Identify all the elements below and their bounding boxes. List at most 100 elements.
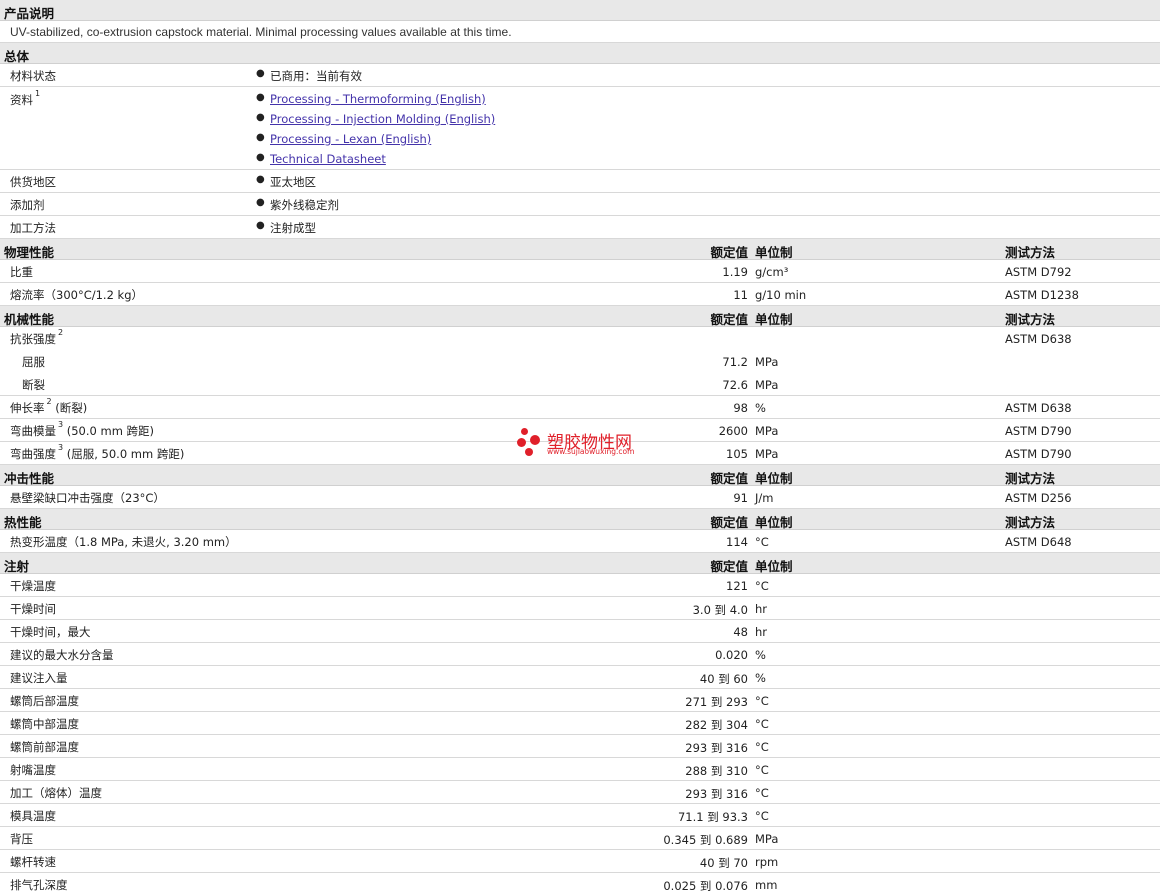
material-status-value: 已商用：当前有效 [270, 69, 362, 83]
property-row: 熔流率（300°C/1.2 kg） 11 g/10 min ASTM D1238 [0, 283, 1160, 306]
property-value: 72.6 [722, 378, 748, 392]
section-header-physical: 物理性能 额定值 单位制 测试方法 [0, 239, 1160, 260]
property-unit: MPa [755, 424, 779, 438]
property-unit: °C [755, 717, 769, 731]
property-label: 加工（熔体）温度 [10, 786, 102, 800]
property-row: 伸长率 2 (断裂) 98 % ASTM D638 [0, 396, 1160, 419]
property-label: 比重 [10, 265, 33, 279]
property-value: 0.025 到 0.076 [663, 879, 748, 893]
property-unit: mm [755, 878, 778, 892]
property-value: 11 [733, 288, 748, 302]
property-subrow: 断裂 72.6 MPa [0, 373, 1160, 396]
property-unit: MPa [755, 355, 779, 369]
property-label: 屈服 [22, 355, 45, 369]
property-value: 40 到 70 [699, 856, 748, 870]
col-header-unit: 单位制 [755, 312, 793, 327]
property-row: 干燥温度 121 °C [0, 574, 1160, 597]
property-unit: g/10 min [755, 288, 807, 302]
property-row: 螺筒中部温度 282 到 304 °C [0, 712, 1160, 735]
section-header-impact: 冲击性能 额定值 单位制 测试方法 [0, 465, 1160, 486]
property-label: 伸长率 2 (断裂) [10, 397, 88, 415]
property-label: 射嘴温度 [10, 763, 56, 777]
property-label: 螺筒中部温度 [10, 717, 79, 731]
property-value: 0.345 到 0.689 [663, 833, 748, 847]
property-unit: rpm [755, 855, 779, 869]
doc-link-technical-datasheet[interactable]: Technical Datasheet [270, 152, 386, 166]
property-test-method: ASTM D790 [1005, 424, 1072, 438]
property-unit: MPa [755, 832, 779, 846]
property-value: 293 到 316 [685, 787, 748, 801]
property-row: 螺筒后部温度 271 到 293 °C [0, 689, 1160, 712]
additive-value: 紫外线稳定剂 [270, 198, 339, 212]
property-test-method: ASTM D1238 [1005, 288, 1079, 302]
section-header-mechanical: 机械性能 额定值 单位制 测试方法 [0, 306, 1160, 327]
property-unit: °C [755, 694, 769, 708]
property-value: 2600 [718, 424, 748, 438]
property-row: 射嘴温度 288 到 310 °C [0, 758, 1160, 781]
property-row: 建议的最大水分含量 0.020% [0, 643, 1160, 666]
property-row: 加工（熔体）温度 293 到 316 °C [0, 781, 1160, 804]
property-unit: % [755, 401, 766, 415]
product-description-row: UV-stabilized, co-extrusion capstock mat… [0, 21, 1160, 43]
property-value: 282 到 304 [685, 718, 748, 732]
processing-method-label: 加工方法 [10, 221, 56, 235]
property-value: 98 [733, 401, 748, 415]
property-label: 螺杆转速 [10, 855, 56, 869]
property-test-method: ASTM D792 [1005, 265, 1072, 279]
processing-method-value: 注射成型 [270, 221, 316, 235]
col-header-unit: 单位制 [755, 245, 793, 260]
bullet-icon: ● [256, 174, 265, 185]
additive-label: 添加剂 [10, 198, 45, 212]
section-header-injection: 注射 额定值 单位制 [0, 553, 1160, 574]
section-title: 产品说明 [4, 6, 55, 21]
property-label: 干燥时间，最大 [10, 625, 91, 639]
bullet-icon: ● [256, 132, 265, 143]
property-value: 48 [733, 625, 748, 639]
property-row: 悬壁梁缺口冲击强度（23°C） 91 J/m ASTM D256 [0, 486, 1160, 509]
property-value: 71.2 [722, 355, 748, 369]
section-header-product-description: 产品说明 [0, 0, 1160, 21]
section-header-thermal: 热性能 额定值 单位制 测试方法 [0, 509, 1160, 530]
col-header-value: 额定值 [710, 312, 748, 327]
doc-link-lexan[interactable]: Processing - Lexan (English) [270, 132, 431, 146]
property-row: 背压 0.345 到 0.689 MPa [0, 827, 1160, 850]
doc-link-thermoforming[interactable]: Processing - Thermoforming (English) [270, 92, 486, 106]
property-label: 热变形温度（1.8 MPa, 未退火, 3.20 mm） [10, 535, 237, 549]
property-label: 模具温度 [10, 809, 56, 823]
property-unit: °C [755, 809, 769, 823]
property-unit: hr [755, 625, 768, 639]
documents-label: 资料 1 [10, 89, 41, 107]
col-header-value: 额定值 [710, 471, 748, 486]
property-value: 114 [726, 535, 748, 549]
property-unit: MPa [755, 378, 779, 392]
property-test-method: ASTM D256 [1005, 491, 1072, 505]
col-header-value: 额定值 [710, 515, 748, 530]
bullet-icon: ● [256, 68, 265, 79]
property-value: 40 到 60 [699, 672, 748, 686]
property-row: 干燥时间，最大 48 hr [0, 620, 1160, 643]
material-status-label: 材料状态 [10, 69, 56, 83]
property-label: 建议的最大水分含量 [10, 648, 114, 662]
property-value: 105 [726, 447, 748, 461]
doc-link-injection-molding[interactable]: Processing - Injection Molding (English) [270, 112, 495, 126]
documents-row: 资料 1 ● Processing - Thermoforming (Englis… [0, 87, 1160, 170]
property-value: 121 [726, 579, 748, 593]
col-header-unit: 单位制 [755, 471, 793, 486]
property-unit: % [755, 671, 766, 685]
bullet-icon: ● [256, 92, 265, 103]
property-label: 排气孔深度 [10, 878, 68, 892]
property-row: 抗张强度 2 ASTM D638 [0, 327, 1160, 350]
section-title: 注射 [4, 559, 30, 574]
section-title: 冲击性能 [4, 471, 55, 486]
supply-region-row: 供货地区 ● 亚太地区 [0, 170, 1160, 193]
section-header-general: 总体 [0, 43, 1160, 64]
bullet-icon: ● [256, 112, 265, 123]
watermark-url: www.sujiaowuxing.com [547, 447, 635, 456]
property-unit: °C [755, 535, 769, 549]
property-test-method: ASTM D648 [1005, 535, 1072, 549]
property-unit: MPa [755, 447, 779, 461]
col-header-unit: 单位制 [755, 515, 793, 530]
material-status-row: 材料状态 ● 已商用：当前有效 [0, 64, 1160, 87]
property-row: 比重 1.19 g/cm³ ASTM D792 [0, 260, 1160, 283]
bullet-icon: ● [256, 220, 265, 231]
